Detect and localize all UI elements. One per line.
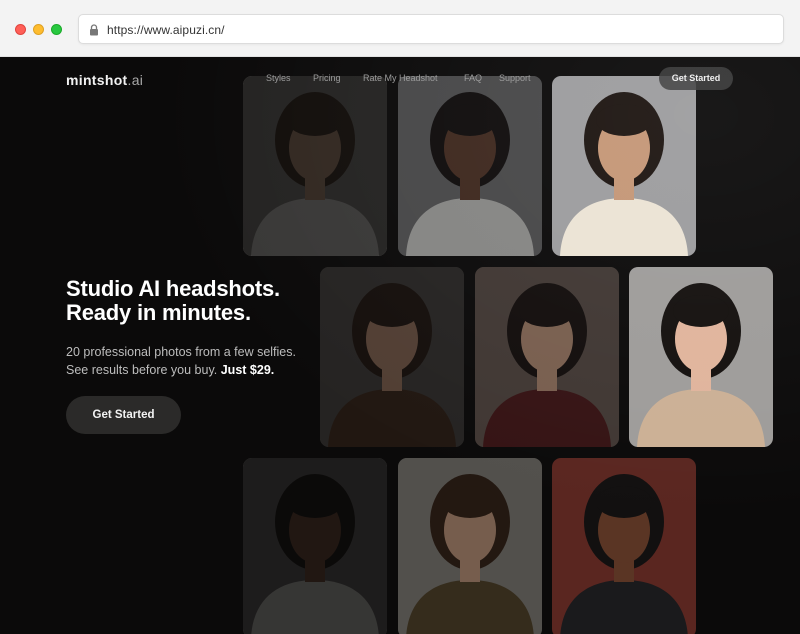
maximize-window-button[interactable] — [51, 24, 62, 35]
headshot-photo — [398, 76, 542, 256]
headshot-photo — [552, 458, 696, 634]
nav-link-faq[interactable]: FAQ — [464, 73, 482, 83]
hero-get-started-button[interactable]: Get Started — [66, 396, 181, 434]
headshot-photo — [475, 267, 619, 447]
hero-subtitle: 20 professional photos from a few selfie… — [66, 343, 366, 379]
landing-page: mintshot.ai Styles Pricing Rate My Heads… — [0, 57, 800, 634]
nav-get-started-button[interactable]: Get Started — [659, 67, 733, 90]
close-window-button[interactable] — [15, 24, 26, 35]
hero-title: Studio AI headshots. Ready in minutes. — [66, 277, 366, 325]
portrait-image — [552, 76, 696, 256]
url-text: https://www.aipuzi.cn/ — [107, 23, 225, 37]
nav-link-pricing[interactable]: Pricing — [313, 73, 341, 83]
nav-link-styles[interactable]: Styles — [266, 73, 291, 83]
headshot-photo — [398, 458, 542, 634]
mintshot-logo[interactable]: mintshot.ai — [66, 72, 143, 88]
hero-title-line-2: Ready in minutes. — [66, 300, 251, 325]
lock-icon — [89, 23, 99, 36]
headshot-photo — [243, 76, 387, 256]
headshot-photo — [243, 458, 387, 634]
browser-chrome: https://www.aipuzi.cn/ — [0, 0, 800, 57]
address-bar[interactable]: https://www.aipuzi.cn/ — [78, 14, 784, 44]
logo-tld: .ai — [127, 72, 144, 88]
nav-link-support[interactable]: Support — [499, 73, 531, 83]
portrait-image — [629, 267, 773, 447]
portrait-image — [552, 458, 696, 634]
hero-subtitle-line-2: See results before you buy. — [66, 363, 218, 377]
minimize-window-button[interactable] — [33, 24, 44, 35]
hero-title-line-1: Studio AI headshots. — [66, 276, 280, 301]
hero-price: Just $29. — [220, 363, 275, 377]
headshot-photo — [552, 76, 696, 256]
nav-link-rate-my-headshot[interactable]: Rate My Headshot — [363, 73, 438, 83]
logo-main: mintshot — [66, 72, 128, 88]
hero-subtitle-line-1: 20 professional photos from a few selfie… — [66, 345, 296, 359]
headshot-photo — [629, 267, 773, 447]
